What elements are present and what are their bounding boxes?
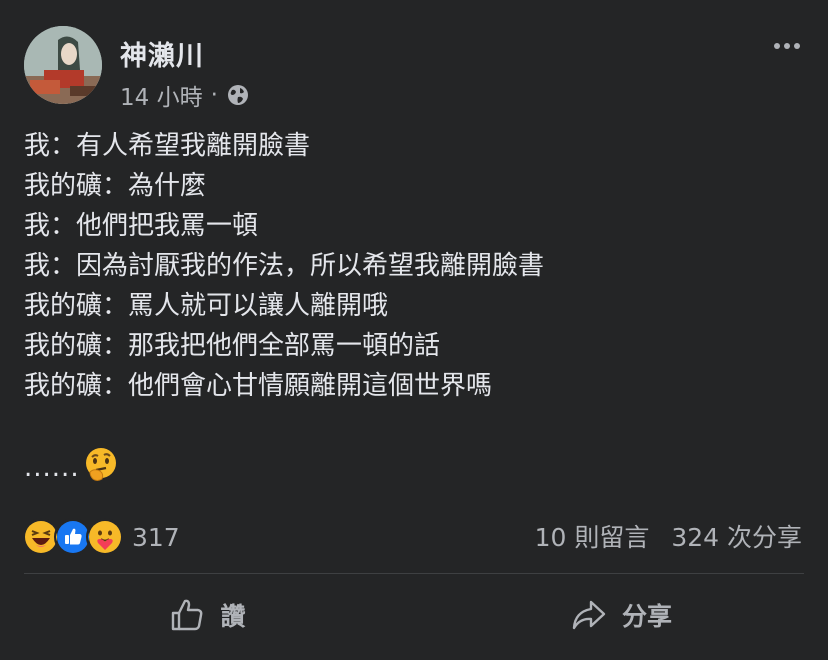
post-line: 我的礦：那我把他們全部罵一頓的話 <box>24 331 441 361</box>
share-arrow-icon <box>572 600 606 630</box>
comment-count[interactable]: 10 則留言 <box>535 518 650 554</box>
post-ellipsis-line: ...... <box>24 448 120 484</box>
facebook-post: 神瀨川 14 小時 · 我：有人希望我離開臉書 我的礦：為什麼 我：他們把我罵一… <box>0 0 828 660</box>
action-divider <box>24 573 804 574</box>
post-ellipsis: ...... <box>24 453 80 483</box>
more-dot-icon <box>784 43 790 49</box>
share-button[interactable]: 分享 <box>414 584 828 646</box>
like-label: 讚 <box>220 602 246 631</box>
like-button[interactable]: 讚 <box>0 584 414 646</box>
share-count[interactable]: 324 次分享 <box>671 518 802 554</box>
reaction-count: 317 <box>132 522 180 552</box>
post-line: 我：他們把我罵一頓 <box>24 211 259 241</box>
post-line: 我的礦：為什麼 <box>24 171 207 201</box>
post-line: 我：因為討厭我的作法，所以希望我離開臉書 <box>24 251 545 281</box>
post-line: 我：有人希望我離開臉書 <box>24 131 311 161</box>
more-dot-icon <box>794 43 800 49</box>
more-dot-icon <box>774 43 780 49</box>
thinking-face-icon <box>85 448 116 481</box>
share-label: 分享 <box>621 602 672 631</box>
post-stats: 10 則留言 324 次分享 <box>535 518 802 554</box>
post-line: 我的礦：他們會心甘情願離開這個世界嗎 <box>24 371 493 401</box>
post-actions: 讚 分享 <box>0 584 828 646</box>
post-author[interactable]: 神瀨川 <box>120 34 204 73</box>
meta-separator: · <box>210 82 218 108</box>
avatar-image <box>24 26 102 104</box>
care-icon <box>86 518 124 556</box>
thumbs-up-icon <box>172 599 203 631</box>
post-line: 我的礦：罵人就可以讓人離開哦 <box>24 291 389 321</box>
post-time[interactable]: 14 小時 <box>120 78 203 112</box>
post-body: 我：有人希望我離開臉書 我的礦：為什麼 我：他們把我罵一頓 我：因為討厭我的作法… <box>24 126 804 406</box>
globe-icon[interactable] <box>226 83 250 107</box>
avatar[interactable] <box>24 26 102 104</box>
reaction-summary[interactable]: 317 <box>22 518 180 556</box>
post-meta: 14 小時 · <box>120 78 250 112</box>
more-options-button[interactable] <box>770 32 804 60</box>
